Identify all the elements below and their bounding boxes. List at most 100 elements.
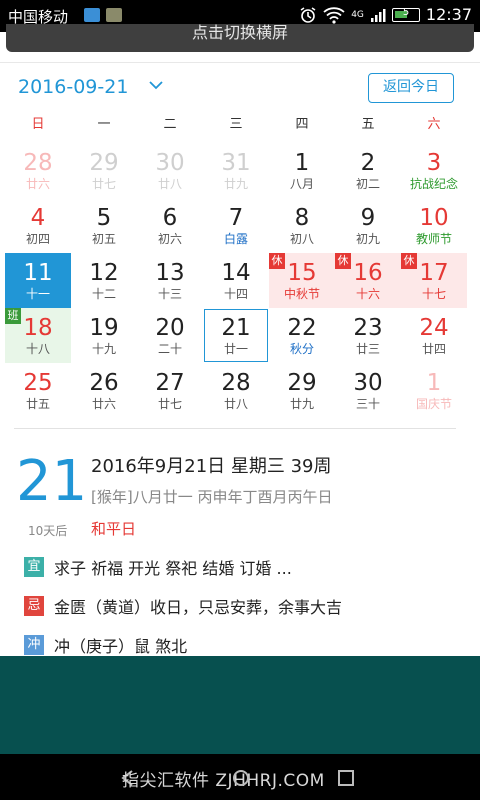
lunar-label: 廿六: [91, 397, 116, 411]
lunar-label: 十四: [223, 287, 248, 301]
solar-date: 2016年9月21日 星期三 39周: [91, 456, 332, 477]
day-cell[interactable]: 22 秋分: [269, 308, 335, 363]
lunar-label: 八月: [289, 177, 314, 191]
lunar-label: 廿三: [355, 342, 380, 356]
days-after-label: 10天后: [28, 524, 68, 538]
day-number: 30: [155, 150, 185, 176]
back-to-today-button[interactable]: 返回今日: [368, 73, 454, 103]
day-number: 21: [221, 315, 251, 341]
workday-tag: 班: [5, 308, 21, 324]
day-cell[interactable]: 5 初五: [71, 198, 137, 253]
alarm-icon: [300, 6, 316, 23]
day-number: 19: [89, 315, 119, 341]
system-icons: 4G 5 12:37: [299, 5, 472, 24]
day-cell[interactable]: 21 廿一: [203, 308, 269, 363]
selected-day-number: 21: [16, 449, 88, 514]
lunar-date: [猴年]八月廿一 丙申年丁酉月丙午日: [91, 488, 333, 506]
lunar-label: 初四: [25, 232, 50, 246]
lunar-label: 廿七: [157, 397, 182, 411]
lunar-label: 廿四: [421, 342, 446, 356]
day-detail: 21 10天后 2016年9月21日 星期三 39周 [猴年]八月廿一 丙申年丁…: [0, 430, 480, 657]
day-cell[interactable]: 29 廿七: [71, 143, 137, 198]
day-number: 13: [155, 260, 185, 286]
lunar-label: 廿一: [223, 342, 248, 356]
lunar-label: 廿九: [289, 397, 314, 411]
day-cell[interactable]: 休 15 中秋节: [269, 253, 335, 308]
day-cell[interactable]: 13 十三: [137, 253, 203, 308]
day-cell[interactable]: 休 16 十六: [335, 253, 401, 308]
weekday-tue: 二: [163, 117, 177, 132]
weekday-fri: 五: [361, 117, 375, 132]
day-cell[interactable]: 8 初八: [269, 198, 335, 253]
chong-row[interactable]: 冲 冲（庚子）鼠 煞北: [24, 634, 187, 656]
day-cell[interactable]: 28 廿六: [5, 143, 71, 198]
weekday-header: 日 一 二 三 四 五 六: [5, 110, 467, 142]
day-cell[interactable]: 30 廿八: [137, 143, 203, 198]
day-cell[interactable]: 20 二十: [137, 308, 203, 363]
day-cell[interactable]: 23 廿三: [335, 308, 401, 363]
weekday-sun: 日: [31, 117, 45, 132]
day-cell[interactable]: 7 白露: [203, 198, 269, 253]
orientation-toast-text: 点击切换横屏: [191, 24, 288, 42]
day-number: 20: [155, 315, 185, 341]
day-cell[interactable]: 27 廿七: [137, 363, 203, 418]
recent-apps-icon[interactable]: [336, 768, 356, 788]
day-cell[interactable]: 31 廿九: [203, 143, 269, 198]
day-number: 5: [96, 205, 112, 231]
lunar-label: 初九: [355, 232, 380, 246]
day-cell[interactable]: 1 国庆节: [401, 363, 467, 418]
lunar-label: 初二: [355, 177, 380, 191]
day-cell[interactable]: 10 教师节: [401, 198, 467, 253]
day-cell[interactable]: 9 初九: [335, 198, 401, 253]
lunar-label: 十八: [25, 342, 50, 356]
weekday-sat: 六: [427, 117, 441, 132]
lunar-label: 教师节: [415, 232, 452, 246]
clock: 12:37: [425, 5, 472, 24]
day-number: 9: [360, 205, 376, 231]
orientation-toast-pill[interactable]: 点击切换横屏: [6, 24, 474, 52]
day-cell[interactable]: 休 17 十七: [401, 253, 467, 308]
day-cell[interactable]: 4 初四: [5, 198, 71, 253]
battery-icon: 5: [391, 7, 420, 22]
day-cell[interactable]: 29 廿九: [269, 363, 335, 418]
lunar-label: 三十: [355, 397, 380, 411]
day-cell[interactable]: 6 初六: [137, 198, 203, 253]
day-number: 1: [294, 150, 310, 176]
day-cell[interactable]: 班 18 十八: [5, 308, 71, 363]
wifi-icon: [323, 6, 345, 24]
day-cell[interactable]: 12 十二: [71, 253, 137, 308]
day-cell[interactable]: 25 廿五: [5, 363, 71, 418]
day-number: 6: [162, 205, 178, 231]
day-number: 3: [426, 150, 442, 176]
calendar-grid: 28 廿六 29 廿七 30 廿八 31 廿九 1 八月 2 初二 3 抗战纪念 4 初四 5 初五 6 初六 7 白露 8…: [5, 143, 467, 418]
day-cell[interactable]: 1 八月: [269, 143, 335, 198]
day-cell[interactable]: 14 十四: [203, 253, 269, 308]
chong-text: 冲（庚子）鼠 煞北: [54, 637, 188, 656]
lunar-label: 廿八: [157, 177, 182, 191]
day-cell[interactable]: 19 十九: [71, 308, 137, 363]
ji-row[interactable]: 忌 金匮（黄道）收日，只忌安葬，余事大吉: [24, 595, 342, 617]
lunar-label: 抗战纪念: [409, 177, 458, 191]
chevron-down-icon[interactable]: [148, 79, 164, 91]
day-number: 26: [89, 370, 119, 396]
day-number: 7: [228, 205, 244, 231]
holiday-tag: 休: [401, 253, 417, 269]
yi-row[interactable]: 宜 求子 祈福 开光 祭祀 结婚 订婚 ...: [24, 556, 292, 578]
current-date[interactable]: 2016-09-21: [18, 76, 128, 98]
yi-text: 求子 祈福 开光 祭祀 结婚 订婚 ...: [54, 559, 292, 578]
day-number: 1: [426, 370, 442, 396]
day-cell[interactable]: 24 廿四: [401, 308, 467, 363]
lunar-label: 廿八: [223, 397, 248, 411]
day-cell[interactable]: 28 廿八: [203, 363, 269, 418]
day-cell[interactable]: 11 十一: [5, 253, 71, 308]
gallery-notification-icon: [106, 8, 122, 22]
day-cell[interactable]: 30 三十: [335, 363, 401, 418]
day-cell[interactable]: 2 初二: [335, 143, 401, 198]
day-cell[interactable]: 26 廿六: [71, 363, 137, 418]
home-icon[interactable]: [230, 768, 252, 788]
lunar-label: 国庆节: [415, 397, 452, 411]
ad-area[interactable]: [0, 656, 480, 754]
day-cell[interactable]: 3 抗战纪念: [401, 143, 467, 198]
day-number: 2: [360, 150, 376, 176]
orientation-toast[interactable]: 点击切换横屏: [0, 24, 480, 56]
